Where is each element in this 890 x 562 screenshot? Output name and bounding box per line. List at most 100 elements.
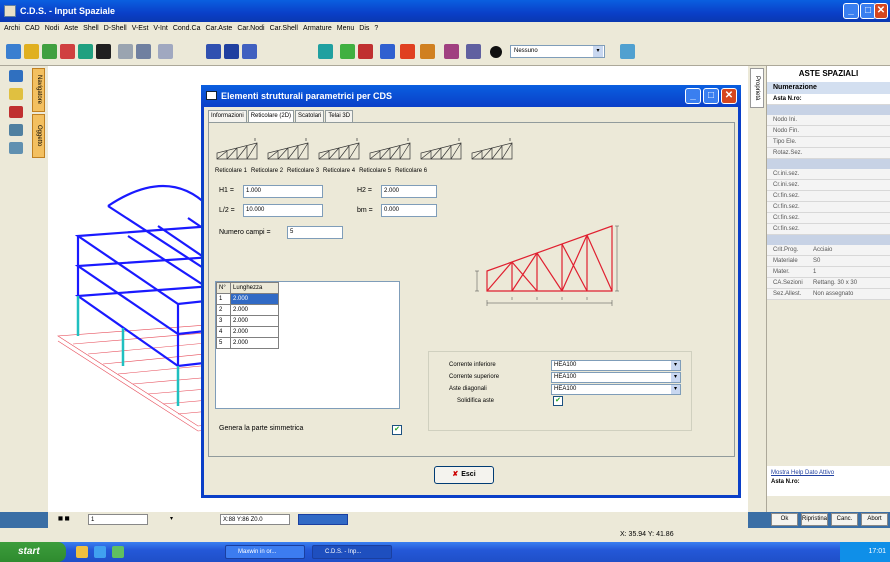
table-row[interactable]: 3 2.000 [216, 315, 279, 327]
truss-thumbnail-5[interactable] [419, 137, 463, 161]
pan-icon[interactable] [158, 44, 173, 59]
help-link[interactable]: Mostra Help Dato Attivo [771, 470, 887, 476]
menu-item[interactable]: Aste [64, 25, 78, 32]
property-row[interactable]: Nodo Ini. [767, 115, 890, 126]
layer-dropdown-icon[interactable]: ▾ [168, 514, 190, 525]
pencil-icon[interactable] [9, 88, 23, 100]
menu-item[interactable]: Car.Aste [205, 25, 232, 32]
menu-item[interactable]: Car.Shell [270, 25, 298, 32]
beam-icon[interactable] [242, 44, 257, 59]
property-row[interactable]: CA.Sezioni Rettang. 30 x 30 [767, 278, 890, 289]
grid-icon[interactable]: ◼ ◼ [56, 514, 72, 525]
property-row[interactable]: Sez.Allest. Non assegnato [767, 289, 890, 300]
property-row[interactable]: Mater. 1 [767, 267, 890, 278]
menu-item[interactable]: ? [374, 25, 378, 32]
select-icon[interactable] [9, 70, 23, 82]
tab-reticolare-2d-[interactable]: Reticolare (2D) [247, 110, 295, 122]
model-icon[interactable] [42, 44, 57, 59]
asta-number-row[interactable]: Asta N.ro: [767, 94, 890, 105]
panel-button[interactable]: Abort [861, 513, 888, 526]
tab-oggetto[interactable]: Oggetto [32, 114, 45, 158]
shell-icon[interactable] [340, 44, 355, 59]
erase-icon[interactable] [9, 106, 23, 118]
close-button[interactable]: ✕ [874, 3, 888, 19]
property-row[interactable]: Crit.Prog. Acciaio [767, 245, 890, 256]
menu-item[interactable]: Shell [83, 25, 99, 32]
tab-navigatore[interactable]: Navigatore [32, 68, 45, 112]
property-row[interactable]: Cr.ini.sez. [767, 180, 890, 191]
lengths-table[interactable]: N° Lunghezza 1 2.000 2 2.000 3 2.000 4 2.000 5 2.… [215, 281, 400, 409]
property-row[interactable]: Cr.fin.sez. [767, 213, 890, 224]
building-icon[interactable] [206, 44, 221, 59]
menu-item[interactable]: Cond.Ca [173, 25, 201, 32]
menu-item[interactable]: Car.Nodi [237, 25, 264, 32]
taskbar-item-cds[interactable]: C.D.S. - Inp... [312, 545, 392, 559]
dialog-maximize-button[interactable]: □ [703, 88, 719, 104]
table-row[interactable]: 5 2.000 [216, 337, 279, 349]
panel-button[interactable]: Ripristina [801, 513, 828, 526]
row-length[interactable]: 2.000 [230, 304, 279, 316]
truss-thumbnail-6[interactable] [470, 137, 514, 161]
property-row[interactable]: Cr.ini.sez. [767, 169, 890, 180]
menu-item[interactable]: Dis [359, 25, 369, 32]
menu-item[interactable]: CAD [25, 25, 40, 32]
menu-item[interactable]: Archi [4, 25, 20, 32]
camera-icon[interactable] [96, 44, 111, 59]
folder-icon[interactable] [24, 44, 39, 59]
truss-icon[interactable] [444, 44, 459, 59]
load-icon[interactable] [358, 44, 373, 59]
table-row[interactable]: 2 2.000 [216, 304, 279, 316]
ie-icon[interactable] [94, 546, 106, 558]
truss-thumbnail-2[interactable] [266, 137, 310, 161]
tab-telai-3d[interactable]: Telai 3D [325, 110, 354, 122]
row-length[interactable]: 2.000 [230, 337, 279, 349]
campi-input[interactable]: 5 [287, 226, 343, 239]
row-length[interactable]: 2.000 [230, 293, 279, 305]
minimize-button[interactable]: _ [843, 3, 859, 19]
truss-thumbnail-4[interactable] [368, 137, 412, 161]
section-select[interactable]: HEA100 ▾ [551, 372, 681, 383]
dialog-minimize-button[interactable]: _ [685, 88, 701, 104]
solidifica-checkbox[interactable]: ✔ [553, 396, 563, 406]
snap-icon[interactable] [9, 142, 23, 154]
menu-item[interactable]: Armature [303, 25, 332, 32]
start-button[interactable]: start [0, 542, 66, 562]
section-select[interactable]: HEA100 ▾ [551, 384, 681, 395]
esci-button[interactable]: ✘ Esci [434, 466, 494, 484]
desktop-icon[interactable] [112, 546, 124, 558]
property-row[interactable]: Materiale S0 [767, 256, 890, 267]
param-icon[interactable] [420, 44, 435, 59]
row-length[interactable]: 2.000 [230, 326, 279, 338]
genera-checkbox[interactable]: ✔ [392, 425, 402, 435]
property-row[interactable]: Tipo Ele. [767, 137, 890, 148]
h1-input[interactable]: 1.000 [243, 185, 323, 198]
dialog-close-button[interactable]: ✕ [721, 88, 737, 104]
zoom-field[interactable]: 1 [88, 514, 148, 525]
property-row[interactable]: Nodo Fin. [767, 126, 890, 137]
quicklaunch-icon[interactable] [76, 546, 88, 558]
property-row[interactable]: Cr.fin.sez. [767, 202, 890, 213]
menu-item[interactable]: V-Est [132, 25, 149, 32]
settings-icon[interactable] [620, 44, 635, 59]
taskbar-item-maxwin[interactable]: Maxwin in or... [225, 545, 305, 559]
rotate-icon[interactable] [136, 44, 151, 59]
help-icon[interactable] [466, 44, 481, 59]
nodes-icon[interactable] [78, 44, 93, 59]
section-select[interactable]: HEA100 ▾ [551, 360, 681, 371]
bm-input[interactable]: 0.000 [381, 204, 437, 217]
table-row[interactable]: 4 2.000 [216, 326, 279, 338]
menu-item[interactable]: Nodi [45, 25, 59, 32]
layer-combo[interactable]: Nessuno [510, 45, 605, 58]
menu-item[interactable]: D-Shell [104, 25, 127, 32]
wizard-icon[interactable] [400, 44, 415, 59]
menu-item[interactable]: V-Int [153, 25, 167, 32]
delete-icon[interactable] [60, 44, 75, 59]
l2-input[interactable]: 10.000 [243, 204, 323, 217]
property-row[interactable]: Cr.fin.sez. [767, 224, 890, 235]
record-icon[interactable] [490, 46, 502, 58]
coords-field[interactable]: X:88 Y:86 Z0.0 [220, 514, 290, 525]
menu-item[interactable]: Menu [337, 25, 355, 32]
property-row[interactable]: Rotaz.Sez. [767, 148, 890, 159]
property-row[interactable]: Cr.fin.sez. [767, 191, 890, 202]
column-icon[interactable] [318, 44, 333, 59]
